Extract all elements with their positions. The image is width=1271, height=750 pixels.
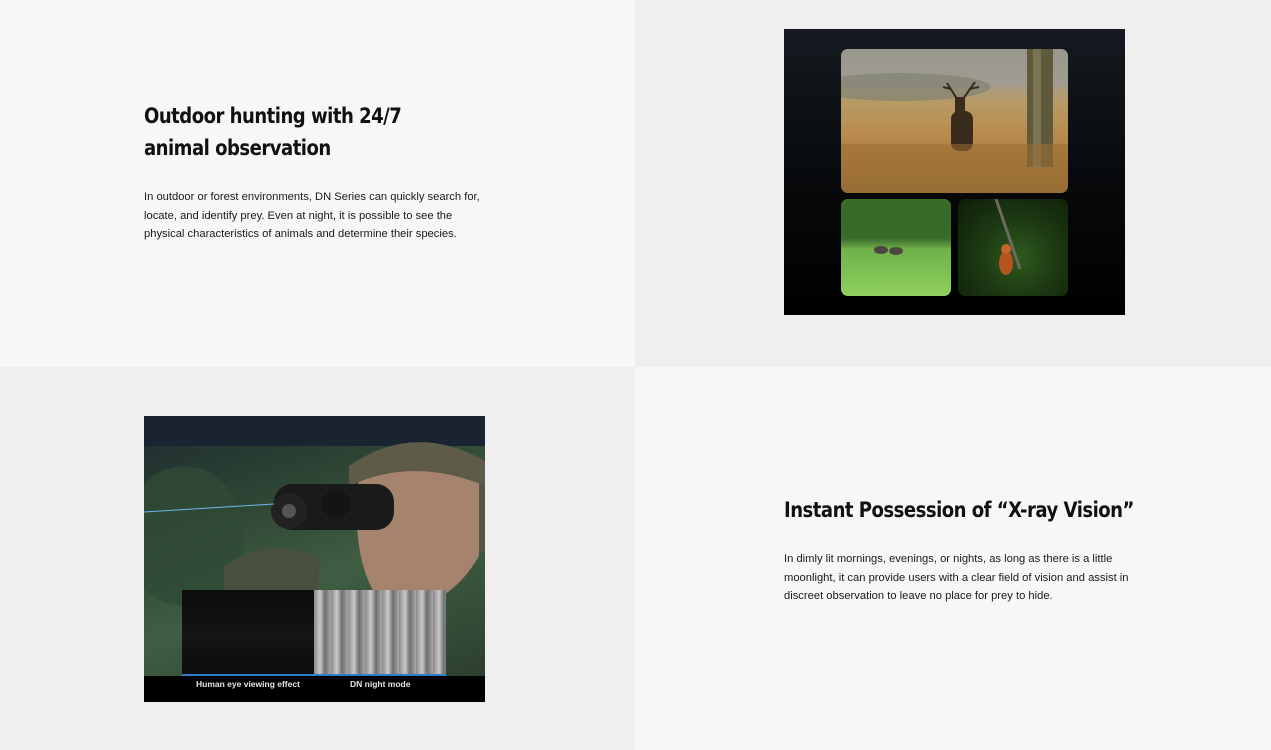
- night-mode-label: DN night mode: [350, 679, 411, 689]
- human-eye-label: Human eye viewing effect: [196, 679, 300, 689]
- night-mode-view-panel: [314, 590, 446, 675]
- deer-photo: [841, 49, 1068, 193]
- hunting-heading: Outdoor hunting with 24/7 animal observa…: [144, 104, 402, 160]
- human-eye-view-panel: [182, 590, 314, 675]
- fox-photo: [958, 199, 1068, 296]
- binocular-soldier-image: [144, 416, 485, 702]
- hunting-text-panel: [0, 0, 635, 367]
- comparison-divider-line: [182, 674, 446, 676]
- boar-photo: [841, 199, 951, 296]
- xray-heading: Instant Possession of “X-ray Vision”: [784, 498, 1134, 522]
- hunting-description: In outdoor or forest environments, DN Se…: [144, 191, 480, 241]
- xray-description: In dimly lit mornings, evenings, or nigh…: [784, 553, 1129, 603]
- wildlife-collage-image: [784, 29, 1125, 315]
